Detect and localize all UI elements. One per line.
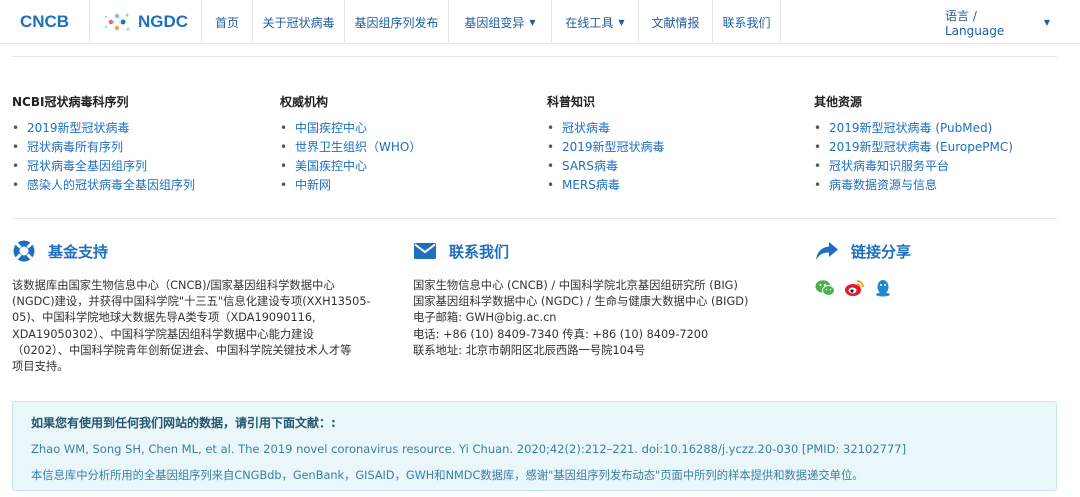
link[interactable]: 中国疾控中心 <box>295 121 367 135</box>
list-item[interactable]: • 感染人的冠状病毒全基因组序列 <box>12 176 272 195</box>
list-item[interactable]: • SARS病毒 <box>547 157 807 176</box>
contact-line: 国家生物信息中心 (CNCB) / 中国科学院北京基因组研究所 (BIG) <box>413 279 738 292</box>
column-ncbi: NCBI冠状病毒科序列 • 2019新型冠状病毒 • 冠状病毒所有序列 • 冠状病毒全… <box>12 95 272 195</box>
contact-line: 国家基因组科学数据中心 (NGDC) / 生命与健康大数据中心 (BIGD) <box>413 295 749 309</box>
link[interactable]: 2019新型冠状病毒 (EuropePMC) <box>829 140 1013 154</box>
link[interactable]: 世界卫生组织（WHO） <box>295 140 421 154</box>
list-item[interactable]: • MERS病毒 <box>547 176 807 195</box>
nav-genome-variation[interactable]: 基因组变异 ▼ <box>449 0 552 44</box>
citation-box: 如果您有使用到任何我们网站的数据，请引用下面文献：: Zhao WM, Song… <box>12 401 1057 491</box>
nav-contact[interactable]: 联系我们 <box>713 0 781 44</box>
divider <box>12 218 1057 219</box>
citation-reference[interactable]: Zhao WM, Song SH, Chen ML, et al. The 20… <box>31 442 1038 457</box>
citation-title: 如果您有使用到任何我们网站的数据，请引用下面文献：: <box>31 416 336 430</box>
column-title: NCBI冠状病毒科序列 <box>12 95 129 109</box>
contact-phone: 电话: +86 (10) 8409-7340 传真: +86 (10) 8409… <box>413 327 709 341</box>
top-navbar: CNCB NGDC 首页 关于冠状病毒 基因组序列发布 基因组变异 ▼ 在线工具 ▼… <box>0 0 1080 44</box>
nav-literature-label: 文献情报 <box>651 15 700 30</box>
share-arrow-icon <box>815 239 839 263</box>
link[interactable]: 中新网 <box>295 178 331 192</box>
column-science: 科普知识 • 冠状病毒 • 2019新型冠状病毒 • SARS病毒 • MERS病毒 <box>547 95 807 195</box>
link[interactable]: 冠状病毒所有序列 <box>27 140 123 154</box>
funding-line: 项目支持。 <box>12 360 69 374</box>
contact-section: 联系我们 国家生物信息中心 (CNCB) / 中国科学院北京基因组研究所 (BI… <box>413 238 803 359</box>
link[interactable]: 冠状病毒知识服务平台 <box>829 159 949 173</box>
link[interactable]: 冠状病毒 <box>562 121 610 135</box>
language-label: 语言 / Language <box>945 8 1005 38</box>
link[interactable]: MERS病毒 <box>562 178 620 192</box>
column-authorities: 权威机构 • 中国疾控中心 • 世界卫生组织（WHO） • 美国疾控中心 • 中新网 <box>280 95 540 195</box>
column-other-resources: 其他资源 • 2019新型冠状病毒 (PubMed) • 2019新型冠状病毒 (E… <box>814 95 1074 195</box>
funding-text: 该数据库由国家生物信息中心（CNCB)/国家基因组科学数据中心 (NGDC)建设… <box>12 278 402 375</box>
cncb-logo[interactable]: CNCB <box>0 0 90 44</box>
contact-email[interactable]: 电子邮箱: GWH@big.ac.cn <box>413 310 803 326</box>
envelope-icon <box>413 239 437 263</box>
divider <box>12 56 1057 57</box>
citation-note: 本信息库中分析所用的全基因组序列来自CNGBdb，GenBank，GISAID，… <box>31 469 864 482</box>
funding-line: (NGDC)建设，并获得中国科学院"十三五"信息化建设专项(XXH13505- <box>12 295 371 309</box>
ngdc-logo-text: NGDC <box>137 12 189 31</box>
link[interactable]: SARS病毒 <box>562 159 618 173</box>
link[interactable]: 2019新型冠状病毒 <box>562 140 665 154</box>
lifebuoy-icon <box>12 239 36 263</box>
nav-about-coronavirus[interactable]: 关于冠状病毒 <box>253 0 345 44</box>
link[interactable]: 病毒数据资源与信息 <box>829 178 937 192</box>
funding-line: 该数据库由国家生物信息中心（CNCB)/国家基因组科学数据中心 <box>12 279 335 292</box>
column-title: 其他资源 <box>814 95 863 109</box>
ngdc-dots-icon <box>104 13 130 31</box>
nav-genome-release[interactable]: 基因组序列发布 <box>345 0 449 44</box>
list-item[interactable]: • 冠状病毒全基因组序列 <box>12 157 272 176</box>
nav-home[interactable]: 首页 <box>202 0 253 44</box>
list-item[interactable]: • 2019新型冠状病毒 <box>12 119 272 138</box>
list-item[interactable]: • 2019新型冠状病毒 (PubMed) <box>814 119 1074 138</box>
contact-title: 联系我们 <box>449 242 510 261</box>
list-item[interactable]: • 中国疾控中心 <box>280 119 540 138</box>
qq-icon[interactable] <box>873 278 893 298</box>
link[interactable]: 美国疾控中心 <box>295 159 367 173</box>
ngdc-logo[interactable]: NGDC <box>90 0 202 44</box>
chevron-down-icon: ▼ <box>618 17 625 27</box>
link[interactable]: 2019新型冠状病毒 (PubMed) <box>829 121 992 135</box>
nav-online-tools[interactable]: 在线工具 ▼ <box>552 0 639 44</box>
nav-home-label: 首页 <box>214 15 239 30</box>
funding-section: 基金支持 该数据库由国家生物信息中心（CNCB)/国家基因组科学数据中心 (NG… <box>12 238 402 375</box>
weibo-icon[interactable] <box>844 278 864 298</box>
list-item[interactable]: • 世界卫生组织（WHO） <box>280 138 540 157</box>
nav-online-tools-label: 在线工具 <box>565 15 614 30</box>
language-selector[interactable]: 语言 / Language ▼ <box>930 0 1050 44</box>
column-title: 科普知识 <box>547 95 596 109</box>
contact-text: 国家生物信息中心 (CNCB) / 中国科学院北京基因组研究所 (BIG) 国家… <box>413 278 803 359</box>
link[interactable]: 冠状病毒全基因组序列 <box>27 159 147 173</box>
nav-genome-variation-label: 基因组变异 <box>464 15 525 30</box>
list-item[interactable]: • 冠状病毒知识服务平台 <box>814 157 1074 176</box>
chevron-down-icon: ▼ <box>1043 17 1050 27</box>
social-icons <box>815 278 1055 298</box>
nav-genome-release-label: 基因组序列发布 <box>354 15 439 30</box>
nav-contact-label: 联系我们 <box>722 15 771 30</box>
link[interactable]: 2019新型冠状病毒 <box>27 121 130 135</box>
nav-literature[interactable]: 文献情报 <box>639 0 713 44</box>
funding-line: 05)、中国科学院地球大数据先导A类专项（XDA19090116, <box>12 311 316 325</box>
contact-address: 联系地址: 北京市朝阳区北辰西路一号院104号 <box>413 343 646 357</box>
list-item[interactable]: • 病毒数据资源与信息 <box>814 176 1074 195</box>
list-item[interactable]: • 美国疾控中心 <box>280 157 540 176</box>
list-item[interactable]: • 2019新型冠状病毒 (EuropePMC) <box>814 138 1074 157</box>
nav-about-label: 关于冠状病毒 <box>262 15 335 30</box>
column-title: 权威机构 <box>280 95 329 109</box>
funding-line: XDA19050302）、中国科学院基因组科学数据中心能力建设 <box>12 327 314 341</box>
list-item[interactable]: • 2019新型冠状病毒 <box>547 138 807 157</box>
list-item[interactable]: • 冠状病毒 <box>547 119 807 138</box>
chevron-down-icon: ▼ <box>529 17 536 27</box>
share-title: 链接分享 <box>851 242 912 261</box>
share-section: 链接分享 <box>815 238 1055 298</box>
list-item[interactable]: • 中新网 <box>280 176 540 195</box>
funding-title: 基金支持 <box>48 242 109 261</box>
wechat-icon[interactable] <box>815 278 835 298</box>
link[interactable]: 感染人的冠状病毒全基因组序列 <box>27 178 195 192</box>
funding-line: （0202）、中国科学院青年创新促进会、中国科学院关键技术人才等 <box>12 343 352 357</box>
list-item[interactable]: • 冠状病毒所有序列 <box>12 138 272 157</box>
